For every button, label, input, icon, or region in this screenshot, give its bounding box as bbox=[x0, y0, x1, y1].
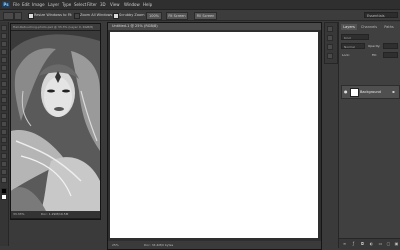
zoom-level-photo[interactable]: 33.33% bbox=[13, 211, 24, 218]
status-bar-photo: 33.33% Doc: 1.29M/16.5M bbox=[11, 211, 100, 218]
brush-tool-icon[interactable] bbox=[1, 81, 7, 87]
link-layers-icon[interactable]: ∞ bbox=[342, 241, 347, 246]
menu-view[interactable]: View bbox=[110, 1, 120, 8]
menu-bar: Ps File Edit Image Layer Type Select Fil… bbox=[0, 0, 400, 10]
scrubby-zoom-label: Scrubby Zoom bbox=[119, 13, 145, 17]
tab-channels[interactable]: Channels bbox=[358, 24, 380, 30]
shape-tool-icon[interactable] bbox=[1, 161, 7, 167]
blur-tool-icon[interactable] bbox=[1, 121, 7, 127]
move-tool-icon[interactable] bbox=[1, 25, 7, 31]
visibility-eye-icon[interactable]: ● bbox=[344, 90, 348, 94]
properties-panel-icon[interactable] bbox=[327, 35, 333, 41]
fill-label: Fill: bbox=[372, 53, 378, 57]
healing-brush-tool-icon[interactable] bbox=[1, 73, 7, 79]
history-brush-tool-icon[interactable] bbox=[1, 97, 7, 103]
eraser-tool-icon[interactable] bbox=[1, 105, 7, 111]
delete-layer-icon[interactable]: ▣ bbox=[394, 241, 399, 246]
tab-paths[interactable]: Paths bbox=[381, 24, 397, 30]
doc-size-photo[interactable]: Doc: 1.29M/16.5M bbox=[41, 211, 68, 218]
adjustment-layer-icon[interactable]: ◐ bbox=[369, 241, 374, 246]
zoom-in-icon[interactable] bbox=[14, 12, 22, 20]
menu-window[interactable]: Window bbox=[124, 1, 140, 8]
doc-size-untitled[interactable]: Doc: 34.4M/0 bytes bbox=[144, 241, 173, 249]
zoom-level-untitled[interactable]: 25% bbox=[112, 241, 119, 249]
menu-layer[interactable]: Layer bbox=[48, 1, 59, 8]
options-bar: Resize Windows to Fit Zoom All Windows S… bbox=[0, 10, 400, 21]
lock-label: Lock: bbox=[342, 53, 350, 57]
document-window-untitled[interactable]: Untitled-1 @ 25% (RGB/8) 25% Doc: 34.4M/… bbox=[107, 22, 322, 250]
status-bar-untitled: 25% Doc: 34.4M/0 bytes bbox=[108, 241, 321, 249]
workspace-select[interactable]: Essentials bbox=[364, 12, 398, 18]
menu-type[interactable]: Type bbox=[62, 1, 71, 8]
menu-file[interactable]: File bbox=[13, 1, 20, 8]
menu-select[interactable]: Select bbox=[74, 1, 86, 8]
layer-style-icon[interactable]: ƒ bbox=[351, 241, 356, 246]
hand-tool-icon[interactable] bbox=[1, 169, 7, 175]
app-logo: Ps bbox=[2, 1, 10, 8]
layers-panel-footer: ∞ ƒ ◘ ◐ ▭ ▢ ▣ bbox=[339, 238, 400, 249]
type-tool-icon[interactable] bbox=[1, 145, 7, 151]
zoom-100-button[interactable]: 100% bbox=[146, 12, 162, 20]
adjustments-panel-icon[interactable] bbox=[327, 44, 333, 50]
document-tab-photo[interactable]: Hair-Retouching-photo.psd @ 33.3% (Layer… bbox=[11, 24, 100, 30]
marquee-tool-icon[interactable] bbox=[1, 33, 7, 39]
menu-filter[interactable]: Filter bbox=[87, 1, 97, 8]
add-mask-icon[interactable]: ◘ bbox=[360, 241, 365, 246]
layer-name[interactable]: Background bbox=[360, 88, 381, 96]
portrait-photo bbox=[11, 31, 100, 211]
resize-windows-label: Resize Windows to Fit bbox=[34, 13, 72, 17]
lasso-tool-icon[interactable] bbox=[1, 41, 7, 47]
path-select-tool-icon[interactable] bbox=[1, 153, 7, 159]
pen-tool-icon[interactable] bbox=[1, 137, 7, 143]
blend-mode-select[interactable]: Normal bbox=[341, 43, 365, 49]
info-panel-icon[interactable] bbox=[327, 53, 333, 59]
opacity-input[interactable] bbox=[383, 43, 398, 49]
dodge-tool-icon[interactable] bbox=[1, 129, 7, 135]
menu-edit[interactable]: Edit bbox=[22, 1, 30, 8]
zoom-tool-icon[interactable] bbox=[3, 12, 14, 20]
new-group-icon[interactable]: ▭ bbox=[378, 241, 383, 246]
document-tab-untitled[interactable]: Untitled-1 @ 25% (RGB/8) bbox=[108, 23, 321, 30]
fill-screen-button[interactable]: Fill Screen bbox=[194, 12, 217, 20]
history-panel-icon[interactable] bbox=[327, 26, 333, 32]
document-window-photo[interactable]: Hair-Retouching-photo.psd @ 33.3% (Layer… bbox=[10, 23, 101, 220]
menu-3d[interactable]: 3D bbox=[100, 1, 106, 8]
collapsed-panels-strip bbox=[324, 22, 338, 64]
photo-canvas[interactable] bbox=[11, 31, 100, 211]
fill-input[interactable] bbox=[383, 52, 398, 58]
zoom-tool-icon[interactable] bbox=[1, 177, 7, 183]
lock-icon: ▪ bbox=[392, 89, 395, 94]
tab-layers[interactable]: Layers bbox=[341, 24, 357, 30]
clone-stamp-tool-icon[interactable] bbox=[1, 89, 7, 95]
layer-thumbnail bbox=[350, 88, 359, 97]
layer-filter-kind[interactable]: Kind bbox=[341, 34, 369, 40]
opacity-label: Opacity: bbox=[368, 44, 381, 48]
layer-row-background[interactable]: ● Background ▪ bbox=[341, 85, 400, 99]
menu-image[interactable]: Image bbox=[32, 1, 45, 8]
gradient-tool-icon[interactable] bbox=[1, 113, 7, 119]
fit-screen-button[interactable]: Fit Screen bbox=[166, 12, 188, 20]
quick-select-tool-icon[interactable] bbox=[1, 49, 7, 55]
menu-help[interactable]: Help bbox=[143, 1, 152, 8]
blank-canvas[interactable] bbox=[110, 32, 318, 238]
tools-panel bbox=[0, 22, 9, 246]
layers-panel: Layers Channels Paths Kind Normal Opacit… bbox=[338, 22, 400, 249]
zoom-all-label: Zoom All Windows bbox=[80, 13, 113, 17]
crop-tool-icon[interactable] bbox=[1, 57, 7, 63]
new-layer-icon[interactable]: ▢ bbox=[386, 241, 391, 246]
eyedropper-tool-icon[interactable] bbox=[1, 65, 7, 71]
background-color-swatch[interactable] bbox=[1, 194, 7, 200]
